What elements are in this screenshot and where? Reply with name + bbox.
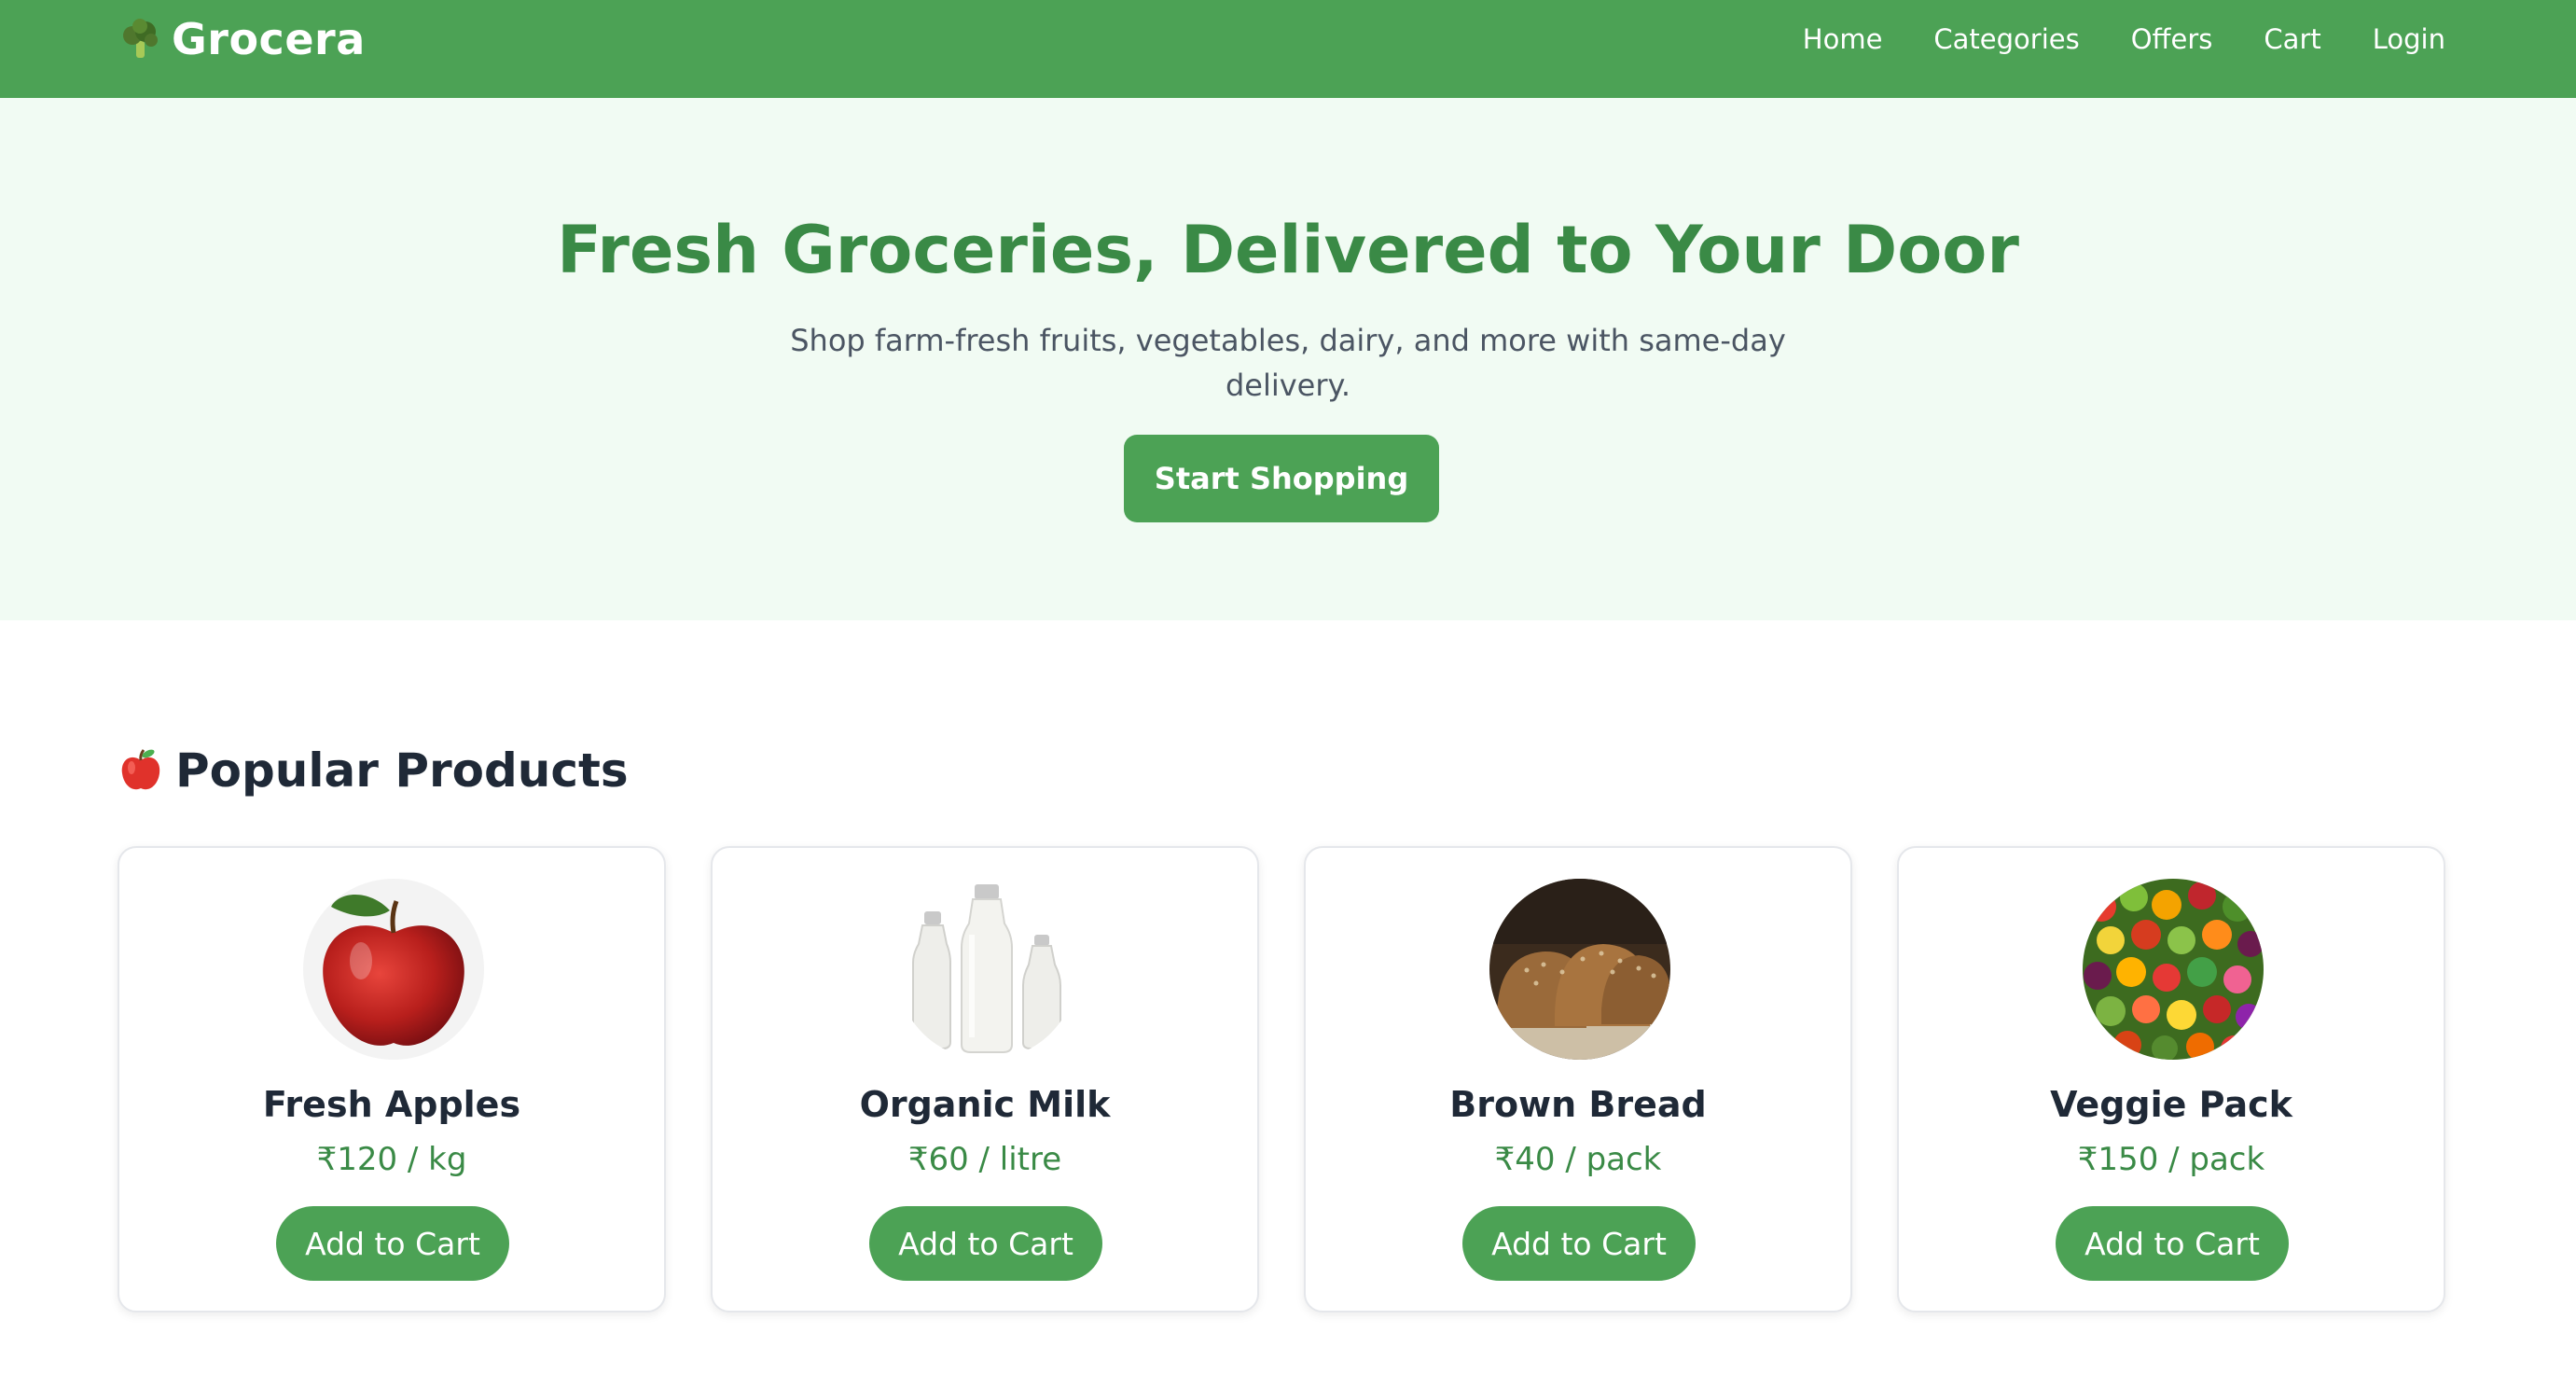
- nav-offers[interactable]: Offers: [2131, 23, 2213, 55]
- product-price: ₹40 / pack: [1494, 1141, 1662, 1178]
- product-name: Organic Milk: [859, 1084, 1111, 1125]
- top-navbar: Grocera Home Categories Offers Cart Logi…: [0, 0, 2576, 98]
- product-name: Veggie Pack: [2050, 1084, 2292, 1125]
- nav-login[interactable]: Login: [2373, 23, 2445, 55]
- popular-products-heading: Popular Products: [118, 739, 629, 802]
- nav-home[interactable]: Home: [1803, 23, 1883, 55]
- product-card-apples[interactable]: Fresh Apples ₹120 / kg Add to Cart: [118, 846, 666, 1312]
- product-name: Fresh Apples: [262, 1084, 521, 1125]
- product-name: Brown Bread: [1449, 1084, 1707, 1125]
- popular-products-title: Popular Products: [175, 743, 629, 798]
- brand-logo[interactable]: Grocera: [118, 0, 366, 78]
- apple-image: [303, 879, 484, 1060]
- main-nav: Home Categories Offers Cart Login: [1752, 0, 2445, 78]
- product-price: ₹60 / litre: [907, 1141, 1062, 1178]
- vegetables-image: [2083, 879, 2264, 1060]
- milk-bottles-image: [896, 879, 1077, 1060]
- add-to-cart-button[interactable]: Add to Cart: [276, 1206, 509, 1281]
- brand-name: Grocera: [172, 14, 366, 64]
- product-price: ₹120 / kg: [316, 1141, 467, 1178]
- broccoli-icon: [118, 17, 162, 62]
- hero-section: Fresh Groceries, Delivered to Your Door …: [0, 98, 2576, 620]
- nav-categories[interactable]: Categories: [1933, 23, 2079, 55]
- product-card-veggie-pack[interactable]: Veggie Pack ₹150 / pack Add to Cart: [1897, 846, 2445, 1312]
- hero-subtitle: Shop farm-fresh fruits, vegetables, dair…: [790, 323, 1786, 403]
- add-to-cart-button[interactable]: Add to Cart: [1462, 1206, 1696, 1281]
- add-to-cart-button[interactable]: Add to Cart: [2056, 1206, 2289, 1281]
- product-card-milk[interactable]: Organic Milk ₹60 / litre Add to Cart: [711, 846, 1259, 1312]
- product-price: ₹150 / pack: [2077, 1141, 2265, 1178]
- hero-title: Fresh Groceries, Delivered to Your Door: [557, 212, 2019, 288]
- apple-icon: [118, 747, 164, 794]
- brown-bread-image: [1489, 879, 1670, 1060]
- nav-cart[interactable]: Cart: [2264, 23, 2320, 55]
- start-shopping-button[interactable]: Start Shopping: [1124, 435, 1439, 522]
- add-to-cart-button[interactable]: Add to Cart: [869, 1206, 1102, 1281]
- product-card-bread[interactable]: Brown Bread ₹40 / pack Add to Cart: [1304, 846, 1852, 1312]
